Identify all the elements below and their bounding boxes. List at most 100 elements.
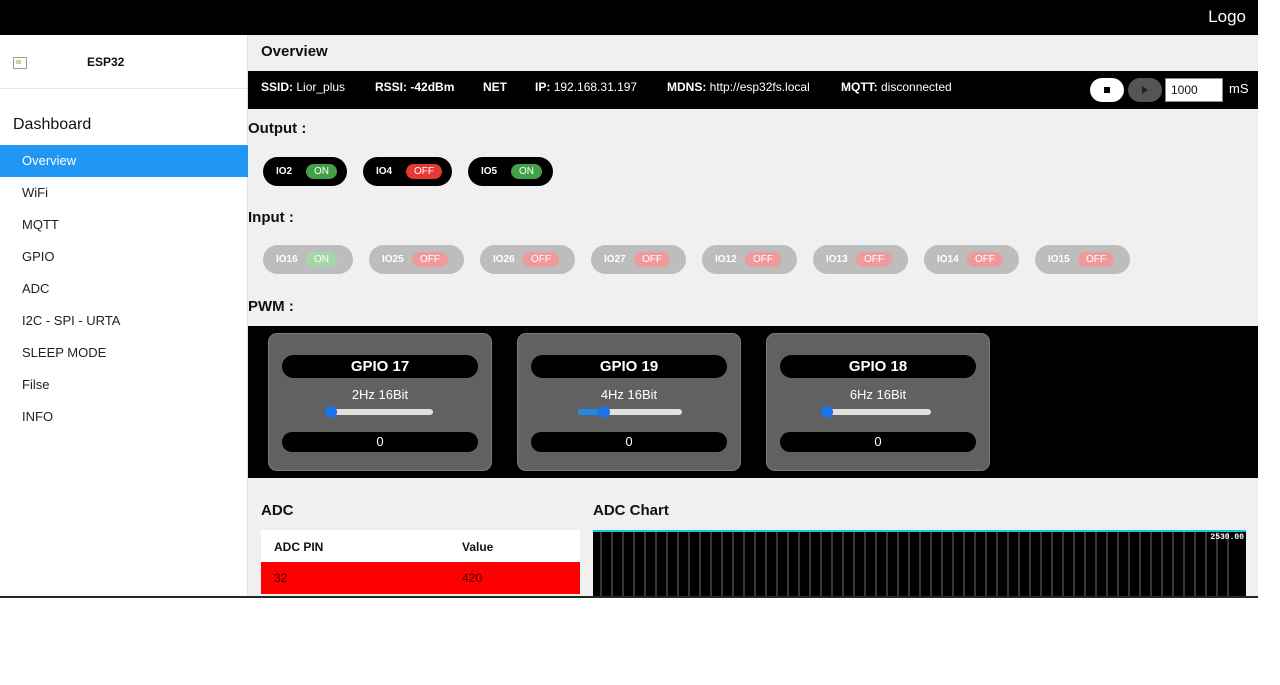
status-mdns-key: MDNS: bbox=[667, 80, 707, 94]
stop-button[interactable] bbox=[1090, 78, 1124, 102]
output-io2-toggle[interactable]: IO2 ON bbox=[263, 157, 347, 186]
logo: Logo bbox=[1208, 7, 1246, 26]
status-ssid: SSID: Lior_plus bbox=[261, 80, 345, 94]
input-io13-state: OFF bbox=[856, 252, 892, 267]
bottom-divider bbox=[0, 596, 1258, 598]
pwm-card-gpio19: GPIO 19 4Hz 16Bit 0 bbox=[517, 333, 741, 471]
pwm-card-gpio17: GPIO 17 2Hz 16Bit 0 bbox=[268, 333, 492, 471]
pwm-gpio19-value: 0 bbox=[531, 432, 727, 452]
input-io26: IO26 OFF bbox=[480, 245, 575, 274]
status-ip-value: 192.168.31.197 bbox=[553, 80, 638, 94]
adc-row-pin: 32 bbox=[274, 571, 288, 585]
input-io26-state: OFF bbox=[523, 252, 559, 267]
interval-input[interactable] bbox=[1165, 78, 1223, 102]
input-io15-name: IO15 bbox=[1048, 254, 1070, 265]
sidebar-item-adc[interactable]: ADC bbox=[0, 273, 248, 305]
input-io14: IO14 OFF bbox=[924, 245, 1019, 274]
adc-row-value: 420 bbox=[462, 571, 483, 585]
input-io27-state: OFF bbox=[634, 252, 670, 267]
top-bar: Logo bbox=[0, 0, 1258, 35]
sidebar-item-sleep-mode[interactable]: SLEEP MODE bbox=[0, 337, 248, 369]
pwm-gpio17-freq: 2Hz 16Bit bbox=[351, 387, 409, 402]
sidebar-item-files[interactable]: Filse bbox=[0, 369, 248, 401]
slider-knob[interactable] bbox=[325, 406, 338, 418]
output-io5-toggle[interactable]: IO5 ON bbox=[468, 157, 553, 186]
slider-knob[interactable] bbox=[598, 406, 610, 418]
status-rssi-value: -42dBm bbox=[410, 80, 455, 94]
input-io12-state: OFF bbox=[745, 252, 781, 267]
input-io26-name: IO26 bbox=[493, 254, 515, 265]
sidebar-item-overview[interactable]: Overview bbox=[0, 145, 248, 177]
input-io27-name: IO27 bbox=[604, 254, 626, 265]
output-io4-state: OFF bbox=[406, 164, 442, 179]
output-io5-state: ON bbox=[511, 164, 542, 179]
status-net-key: NET bbox=[483, 80, 507, 94]
pwm-gpio19-title: GPIO 19 bbox=[531, 355, 727, 378]
adc-table-header: ADC PIN Value bbox=[261, 530, 580, 562]
pwm-gpio17-slider[interactable] bbox=[325, 406, 433, 418]
input-io13: IO13 OFF bbox=[813, 245, 908, 274]
app-root: Logo ESP32 Dashboard Overview WiFi MQTT … bbox=[0, 0, 1280, 685]
input-io25: IO25 OFF bbox=[369, 245, 464, 274]
broken-image-icon bbox=[13, 57, 27, 69]
pwm-gpio17-title: GPIO 17 bbox=[282, 355, 478, 378]
pwm-label: PWM : bbox=[248, 298, 294, 315]
main-content: Overview SSID: Lior_plus RSSI: -42dBm NE… bbox=[248, 35, 1258, 596]
sidebar-item-info[interactable]: INFO bbox=[0, 401, 248, 433]
status-ssid-key: SSID: bbox=[261, 80, 294, 94]
pwm-gpio17-value: 0 bbox=[282, 432, 478, 452]
status-mdns: MDNS: http://esp32fs.local bbox=[667, 80, 810, 94]
input-io13-name: IO13 bbox=[826, 254, 848, 265]
status-ip: IP: 192.168.31.197 bbox=[535, 80, 637, 94]
output-io2-name: IO2 bbox=[276, 166, 293, 177]
sidebar: ESP32 Dashboard Overview WiFi MQTT GPIO … bbox=[0, 35, 248, 596]
status-ssid-value: Lior_plus bbox=[296, 80, 346, 94]
pwm-gpio18-slider[interactable] bbox=[821, 406, 931, 418]
input-io16-name: IO16 bbox=[276, 254, 298, 265]
pwm-gpio18-title: GPIO 18 bbox=[780, 355, 976, 378]
output-io5-name: IO5 bbox=[481, 166, 498, 177]
slider-knob[interactable] bbox=[821, 406, 833, 418]
input-io14-state: OFF bbox=[967, 252, 1003, 267]
adc-chart-max-label: 2530.00 bbox=[1210, 533, 1244, 542]
sidebar-item-gpio[interactable]: GPIO bbox=[0, 241, 248, 273]
output-io2-state: ON bbox=[306, 164, 337, 179]
adc-table: ADC PIN Value 32 420 bbox=[261, 530, 580, 594]
input-io16-state: ON bbox=[306, 252, 337, 267]
brand-title: ESP32 bbox=[87, 55, 125, 69]
status-mqtt-key: MQTT: bbox=[841, 80, 878, 94]
adc-chart: 2530.00 bbox=[593, 530, 1246, 596]
status-rssi: RSSI: -42dBm bbox=[375, 80, 454, 94]
pwm-gpio18-freq: 6Hz 16Bit bbox=[849, 387, 907, 402]
adc-chart-title: ADC Chart bbox=[593, 502, 669, 519]
play-button[interactable] bbox=[1128, 78, 1162, 102]
input-io27: IO27 OFF bbox=[591, 245, 686, 274]
input-io12-name: IO12 bbox=[715, 254, 737, 265]
output-label: Output : bbox=[248, 120, 307, 137]
input-io12: IO12 OFF bbox=[702, 245, 797, 274]
pwm-gpio19-freq: 4Hz 16Bit bbox=[600, 387, 658, 402]
input-io25-state: OFF bbox=[412, 252, 448, 267]
pwm-gpio19-slider[interactable] bbox=[578, 406, 682, 418]
input-io15-state: OFF bbox=[1078, 252, 1114, 267]
sidebar-nav: Overview WiFi MQTT GPIO ADC I2C - SPI - … bbox=[0, 145, 248, 433]
sidebar-item-mqtt[interactable]: MQTT bbox=[0, 209, 248, 241]
input-io14-name: IO14 bbox=[937, 254, 959, 265]
output-io4-name: IO4 bbox=[376, 166, 393, 177]
sidebar-item-i2c-spi-urta[interactable]: I2C - SPI - URTA bbox=[0, 305, 248, 337]
adc-title: ADC bbox=[261, 502, 294, 519]
status-mqtt: MQTT: disconnected bbox=[841, 80, 952, 94]
table-row: 32 420 bbox=[261, 562, 580, 594]
sidebar-item-wifi[interactable]: WiFi bbox=[0, 177, 248, 209]
output-io4-toggle[interactable]: IO4 OFF bbox=[363, 157, 452, 186]
status-rssi-key: RSSI: bbox=[375, 80, 408, 94]
adc-chart-grid bbox=[600, 532, 1229, 596]
pwm-gpio18-value: 0 bbox=[780, 432, 976, 452]
status-mdns-value: http://esp32fs.local bbox=[709, 80, 810, 94]
status-bar: SSID: Lior_plus RSSI: -42dBm NET IP: 192… bbox=[248, 71, 1258, 109]
sidebar-section-title: Dashboard bbox=[13, 116, 92, 133]
page-title: Overview bbox=[261, 43, 328, 60]
status-mqtt-value: disconnected bbox=[881, 80, 952, 94]
input-io16: IO16 ON bbox=[263, 245, 353, 274]
adc-header-pin: ADC PIN bbox=[274, 540, 324, 554]
